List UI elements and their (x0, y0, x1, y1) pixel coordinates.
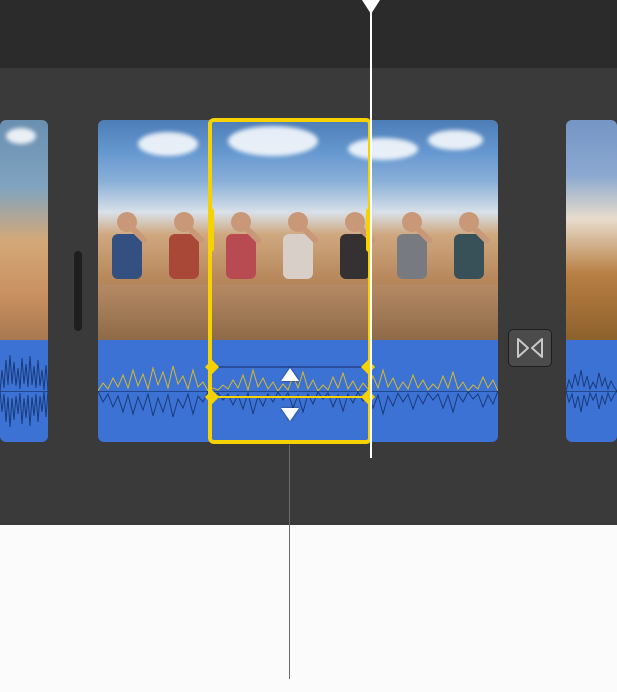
callout-leader-line (289, 445, 290, 679)
speed-control-lower-bar[interactable] (212, 396, 368, 398)
timeline-ruler[interactable] (0, 0, 617, 68)
playhead[interactable] (370, 0, 372, 458)
transition-button[interactable] (508, 329, 552, 367)
speed-down-arrow-icon[interactable] (281, 408, 299, 421)
clip-thumbnail (566, 120, 617, 340)
clip-thumbnail (98, 120, 498, 340)
clip[interactable] (566, 120, 617, 442)
speed-up-arrow-icon[interactable] (281, 368, 299, 381)
clip-thumbnail (0, 120, 48, 340)
clip[interactable] (0, 120, 48, 442)
clip-audio-waveform[interactable] (0, 340, 48, 442)
video-track[interactable] (0, 68, 617, 482)
timeline[interactable] (0, 0, 617, 525)
speed-control (212, 340, 368, 440)
clip-edge-marker (74, 251, 82, 331)
cross-dissolve-icon (516, 337, 544, 359)
clip-audio-waveform[interactable] (566, 340, 617, 442)
